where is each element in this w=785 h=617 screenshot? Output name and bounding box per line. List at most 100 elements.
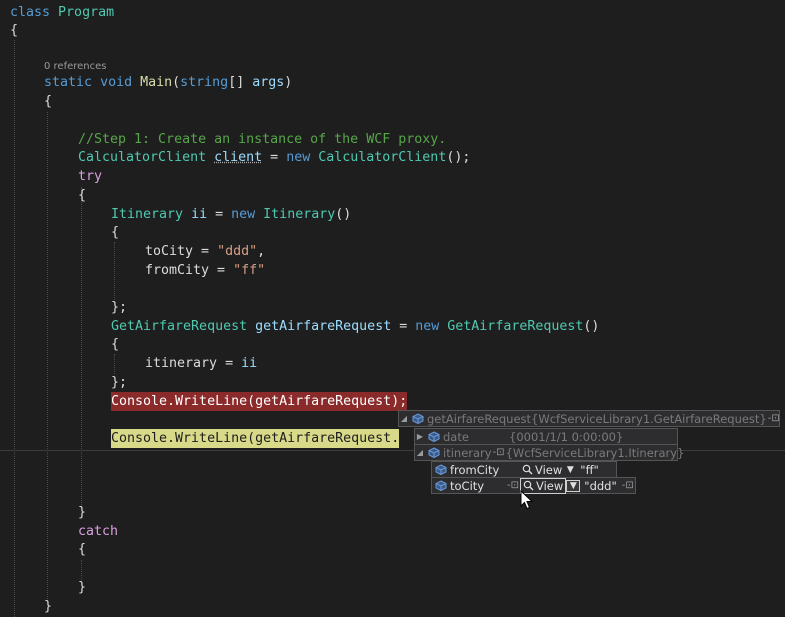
punct: (); <box>446 150 471 165</box>
view-label: View <box>535 462 563 477</box>
code-line: } <box>78 580 87 595</box>
code-line: itinerary = ii <box>145 354 257 373</box>
current-statement-line[interactable]: Console.WriteLine(getAirfareRequest. <box>111 429 400 448</box>
text-visualizer-button[interactable]: View <box>520 463 564 477</box>
code-line: { <box>111 225 120 240</box>
code-line: }; <box>111 300 128 315</box>
datatip-name: itinerary <box>443 445 492 460</box>
type-name: GetAirfareRequest <box>111 319 248 334</box>
punct: () <box>335 207 352 222</box>
code-line: { <box>44 94 53 109</box>
punct: ) <box>284 75 293 90</box>
datatip-name: getAirfareRequest <box>427 411 532 426</box>
code-line: { <box>78 188 87 203</box>
keyword: class <box>10 5 51 20</box>
datatip-value: "ff" <box>580 462 599 477</box>
code-line: static void Main(string[] args) <box>44 73 292 92</box>
indent-guide <box>14 40 15 617</box>
code-line: { <box>111 337 120 352</box>
code-line: fromCity = "ff" <box>145 261 265 280</box>
datatip-value: "ddd" <box>584 478 617 493</box>
punct: = <box>193 244 218 259</box>
pin-icon[interactable]: -⊡ <box>506 480 520 491</box>
string-literal: "ff" <box>233 263 266 278</box>
mouse-pointer-icon <box>520 490 534 510</box>
datatip-name: fromCity <box>450 462 500 477</box>
datatip-value: {0001/1/1 0:00:00} <box>509 429 624 444</box>
collapse-arrow-icon[interactable]: ◢ <box>415 448 425 457</box>
class-name: Program <box>58 5 115 20</box>
punct: () <box>583 319 600 334</box>
field-cube-icon <box>435 464 447 475</box>
type-name: CalculatorClient <box>318 150 447 165</box>
punct: [] <box>228 75 253 90</box>
code-line: { <box>10 23 19 38</box>
code-line: catch <box>78 524 119 539</box>
punct: ( <box>172 75 181 90</box>
dropdown-arrow-icon[interactable]: ▼ <box>564 465 576 475</box>
code-line: class Program <box>10 3 114 22</box>
collapse-arrow-icon[interactable]: ◢ <box>399 414 409 423</box>
field-cube-icon <box>412 413 424 424</box>
punct: = <box>209 263 234 278</box>
breakpoint-line[interactable]: Console.WriteLine(getAirfareRequest); <box>111 392 408 411</box>
method-name: Main <box>140 75 173 90</box>
code-line: GetAirfareRequest getAirfareRequest = ne… <box>111 317 599 336</box>
code-line: try <box>78 169 103 184</box>
variable: ii <box>191 207 208 222</box>
string-literal: "ddd" <box>217 244 258 259</box>
keyword: void <box>100 75 133 90</box>
datatip-grandchild-row[interactable]: fromCity View ▼ "ff" <box>431 461 617 478</box>
datatip-child-row[interactable]: ▶ date {0001/1/1 0:00:00} <box>414 428 678 445</box>
punct: , <box>257 244 266 259</box>
punct: = <box>391 319 416 334</box>
keyword: string <box>180 75 229 90</box>
code-line: } <box>78 505 87 520</box>
field-cube-icon <box>428 447 440 458</box>
indent-guide <box>114 242 115 300</box>
field-cube-icon <box>435 480 447 491</box>
keyword: new <box>231 207 256 222</box>
datatip-child-row[interactable]: ◢ itinerary -⊡ {WcfServiceLibrary1.Itine… <box>414 444 684 461</box>
keyword: new <box>286 150 311 165</box>
code-line: CalculatorClient client = new Calculator… <box>78 148 470 167</box>
indent-guide <box>114 354 115 374</box>
keyword: new <box>415 319 440 334</box>
dropdown-arrow-icon[interactable]: ▼ <box>566 479 581 492</box>
variable: getAirfareRequest <box>255 319 392 334</box>
type-name: CalculatorClient <box>78 150 207 165</box>
type-name: Itinerary <box>263 207 336 222</box>
type-name: GetAirfareRequest <box>447 319 584 334</box>
type-name: Itinerary <box>111 207 184 222</box>
code-line: } <box>44 599 53 614</box>
property: itinerary <box>145 356 218 371</box>
datatip-name: toCity <box>450 478 485 493</box>
field-cube-icon <box>428 431 440 442</box>
pin-icon[interactable]: -⊡ <box>621 480 635 491</box>
punct: = <box>217 356 242 371</box>
punct: = <box>207 207 232 222</box>
variable: client <box>214 150 263 165</box>
code-line: toCity = "ddd", <box>145 242 265 261</box>
code-line: { <box>78 542 87 557</box>
datatip-name: date <box>443 429 469 444</box>
code-line: Itinerary ii = new Itinerary() <box>111 205 351 224</box>
property: fromCity <box>145 263 210 278</box>
code-comment: //Step 1: Create an instance of the WCF … <box>78 132 447 147</box>
pin-icon[interactable]: -⊡ <box>492 447 506 458</box>
datatip-value: {WcfServiceLibrary1.GetAirfareRequest} <box>531 411 767 426</box>
pin-icon[interactable]: -⊡ <box>767 413 781 424</box>
datatip-root-row[interactable]: ◢ getAirfareRequest {WcfServiceLibrary1.… <box>398 410 780 427</box>
datatip-value: {WcfServiceLibrary1.Itinerary} <box>505 445 685 460</box>
code-line: }; <box>111 375 128 390</box>
codelens-references[interactable]: 0 references <box>44 61 107 72</box>
property: toCity <box>145 244 194 259</box>
indent-guide <box>81 560 82 580</box>
expand-arrow-icon[interactable]: ▶ <box>415 432 425 441</box>
magnifier-icon <box>522 464 533 475</box>
keyword: static <box>44 75 93 90</box>
indent-guide <box>47 112 48 599</box>
view-label: View <box>536 478 564 493</box>
indent-guide <box>81 187 82 507</box>
variable: ii <box>241 356 258 371</box>
